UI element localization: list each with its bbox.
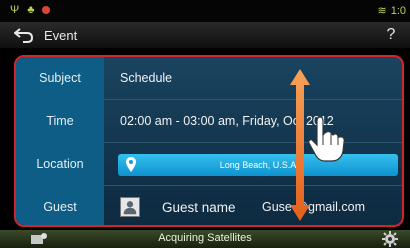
location-value: Long Beach, U.S.A: [219, 160, 297, 170]
page-title: Event: [44, 28, 78, 43]
header-bar: Event ?: [0, 22, 410, 48]
help-button[interactable]: ?: [380, 25, 402, 45]
time-value: 02:00 am - 03:00 am, Friday, Oct 2012: [120, 114, 334, 128]
guest-row: Guest Guest name Guse @gmail.com: [16, 186, 402, 225]
help-icon: ?: [386, 26, 396, 43]
usb-icon: Ψ: [10, 4, 20, 16]
tether-icon: ♣: [27, 4, 35, 16]
settings-gear-icon[interactable]: [382, 231, 398, 247]
gps-status-text: Acquiring Satellites: [158, 232, 252, 244]
guest-name[interactable]: Guest name: [162, 186, 236, 225]
status-time: 1:0: [390, 4, 406, 17]
wifi-icon: ≋: [377, 5, 387, 17]
status-left: Ψ ♣: [10, 4, 51, 16]
location-label: Location: [36, 157, 84, 171]
back-arrow-icon[interactable]: [14, 26, 34, 44]
event-details-panel[interactable]: Subject Schedule Time 02:00 am - 03:00 a…: [14, 55, 404, 227]
guest-label: Guest: [43, 200, 77, 214]
subject-value: Schedule: [120, 71, 173, 85]
bottom-bar: Acquiring Satellites: [0, 230, 410, 248]
location-button[interactable]: Long Beach, U.S.A: [118, 154, 398, 176]
guest-avatar-icon: [120, 197, 140, 217]
time-row: Time 02:00 am - 03:00 am, Friday, Oct 20…: [16, 100, 402, 143]
subject-label: Subject: [39, 71, 81, 85]
status-bar: Ψ ♣ ≋ 1:0: [0, 0, 410, 22]
location-row: Location Long Beach, U.S.A: [16, 143, 402, 186]
time-label: Time: [46, 114, 74, 128]
record-icon: [42, 6, 51, 14]
subject-row: Subject Schedule: [16, 57, 402, 100]
guest-email[interactable]: Guse @gmail.com: [262, 186, 365, 225]
status-right: ≋ 1:0: [377, 4, 406, 18]
